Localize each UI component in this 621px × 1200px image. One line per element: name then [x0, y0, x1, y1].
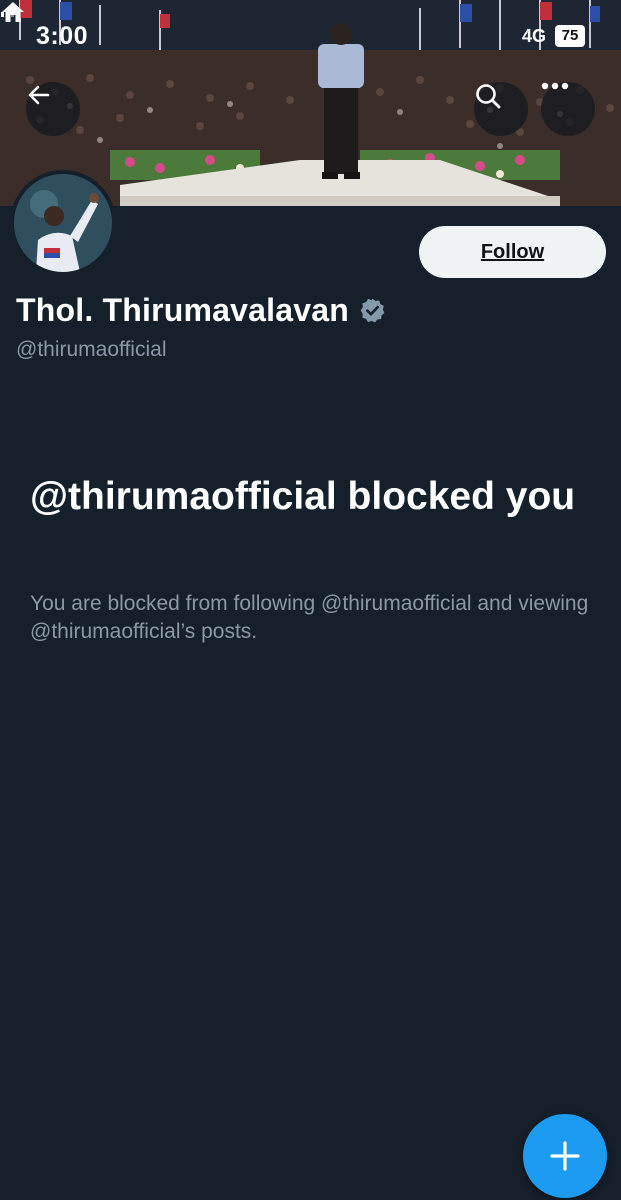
compose-button[interactable]: [523, 1114, 607, 1198]
avatar-image: [14, 174, 112, 272]
more-options-button[interactable]: [541, 82, 595, 136]
search-icon: [476, 84, 501, 109]
avatar-artwork: [14, 174, 112, 272]
profile-screen: 3:00 4G 75 Follow Thol. Thirumavalavan @…: [0, 0, 621, 1200]
arrow-left-icon: [28, 85, 50, 105]
verified-badge-icon[interactable]: [359, 297, 386, 324]
profile-banner-image[interactable]: 3:00 4G 75: [0, 0, 621, 206]
profile-name: Thol. Thirumavalavan: [16, 291, 349, 328]
status-network: 4G: [522, 26, 547, 46]
status-time: 3:00: [36, 22, 89, 50]
status-battery: 75: [555, 25, 585, 47]
profile-handle: @thirumaofficial: [16, 338, 167, 361]
blocked-description: You are blocked from following @thirumao…: [30, 592, 589, 643]
status-bar: 3:00 4G 75: [0, 0, 621, 70]
follow-button[interactable]: Follow: [419, 226, 606, 278]
search-button[interactable]: [474, 82, 528, 136]
more-horizontal-icon: [541, 82, 569, 90]
plus-icon: [550, 1141, 580, 1171]
signal-icon: [1, 4, 14, 17]
profile-avatar[interactable]: [10, 170, 116, 276]
back-button[interactable]: [26, 82, 80, 136]
blocked-title: @thirumaofficial blocked you: [30, 475, 576, 518]
profile-name-row: Thol. Thirumavalavan: [16, 288, 386, 332]
